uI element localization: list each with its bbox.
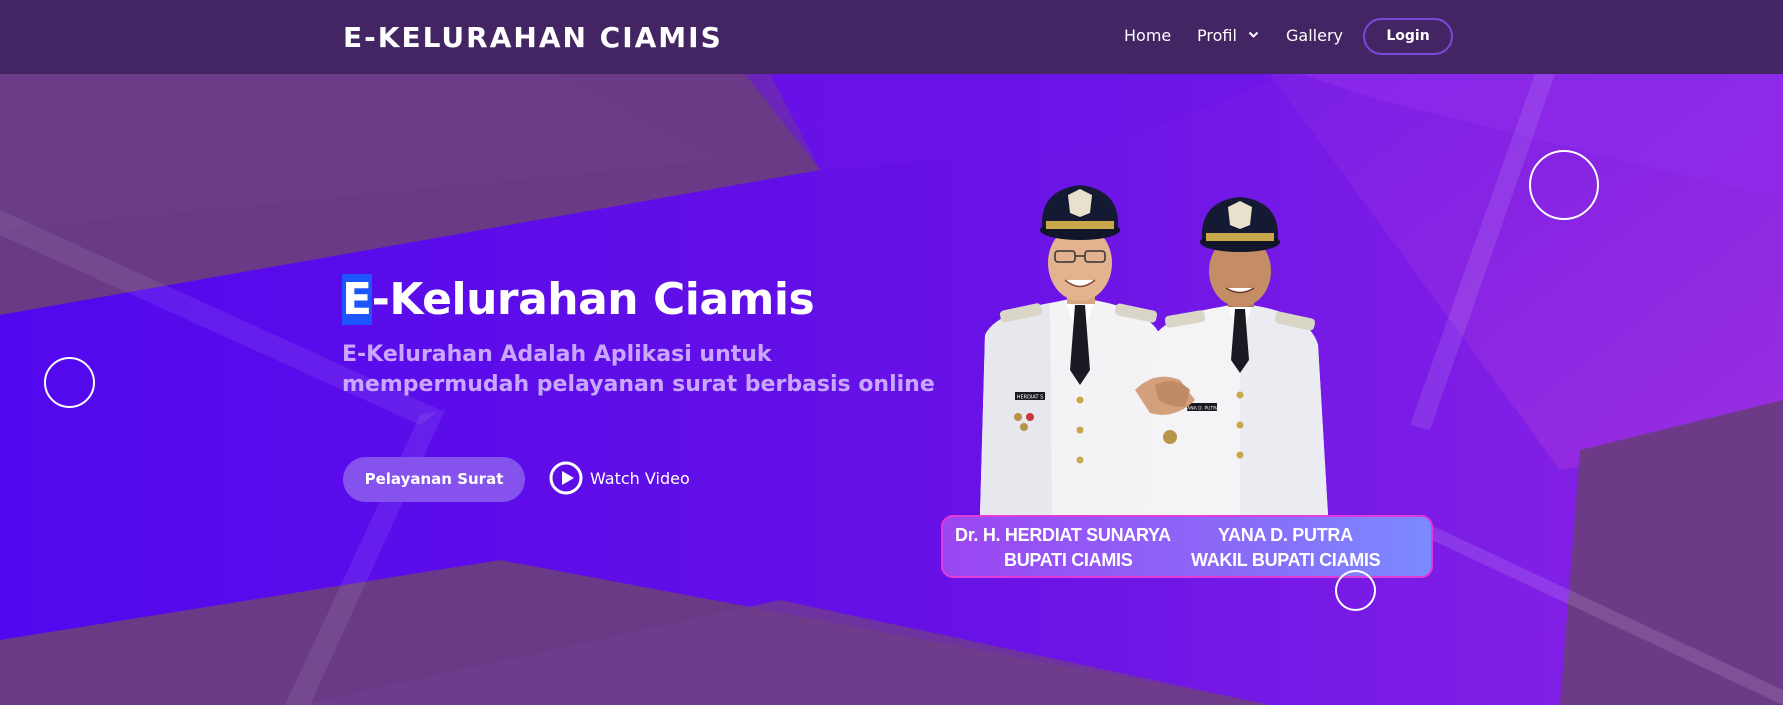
top-navbar: E-KELURAHAN CIAMIS Home Profil Gallery L… [0,0,1783,74]
caption-name-left: Dr. H. HERDIAT SUNARYA [955,525,1171,545]
official-right-figure: YANA D. PUTRA [1145,197,1328,515]
login-button[interactable]: Login [1363,18,1453,55]
watch-video-label: Watch Video [590,469,690,488]
nav-gallery-link[interactable]: Gallery [1286,24,1343,48]
hero-subtitle: E-Kelurahan Adalah Aplikasi untuk memper… [342,340,935,400]
page: E-KELURAHAN CIAMIS Home Profil Gallery L… [0,0,1783,705]
hero-title: E-Kelurahan Ciamis [342,268,815,332]
decorative-ring [1335,570,1376,611]
site-brand[interactable]: E-KELURAHAN CIAMIS [343,18,723,58]
chevron-down-icon [1248,31,1259,38]
caption-role-right: WAKIL BUPATI CIAMIS [1191,550,1381,570]
decorative-ring [44,357,95,408]
hero-title-rest: -Kelurahan Ciamis [371,274,815,325]
official-left-badge: HERDIAT S [1017,395,1044,401]
pelayanan-surat-button[interactable]: Pelayanan Surat [343,457,525,502]
decorative-ring [1529,150,1599,220]
caption-role-left: BUPATI CIAMIS [1004,550,1133,570]
hero-subtitle-line-1: E-Kelurahan Adalah Aplikasi untuk [342,342,772,367]
nav-profil-label: Profil [1197,26,1237,45]
official-right-badge: YANA D. PUTRA [1184,406,1220,412]
caption-name-right: YANA D. PUTRA [1218,525,1353,545]
nav-home-link[interactable]: Home [1124,24,1171,48]
nav-profil-dropdown[interactable]: Profil [1197,24,1259,48]
officials-caption: Dr. H. HERDIAT SUNARYA YANA D. PUTRA BUP… [941,515,1433,578]
officials-photo: HERDIAT S YANA D. PUTRA [980,185,1328,515]
hero-title-highlight: E [342,274,372,325]
play-circle-icon [549,461,583,495]
official-left-figure: HERDIAT S [980,185,1172,515]
hero-subtitle-line-2: mempermudah pelayanan surat berbasis onl… [342,372,935,397]
